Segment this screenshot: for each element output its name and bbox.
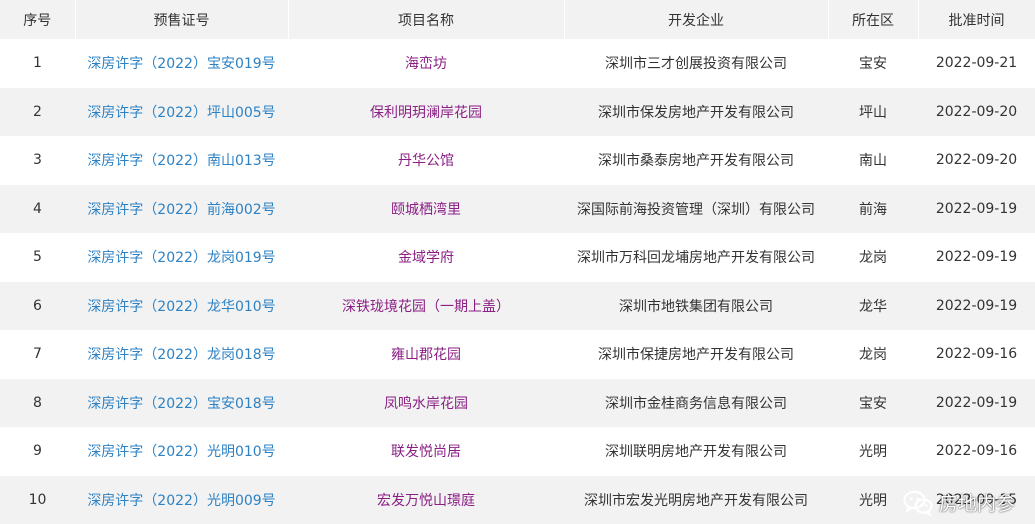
row-no: 6 [0,281,75,330]
developer-cell: 深圳市桑泰房地产开发有限公司 [564,136,828,185]
row-no: 4 [0,184,75,233]
date-cell: 2022-09-19 [918,233,1035,282]
table-row: 2 深房许字（2022）坪山005号 保利明玥澜岸花园 深圳市保发房地产开发有限… [0,87,1035,136]
developer-cell: 深圳市宏发光明房地产开发有限公司 [564,475,828,524]
wechat-icon [903,490,933,516]
date-cell: 2022-09-16 [918,427,1035,476]
row-no: 2 [0,87,75,136]
table-row: 5 深房许字（2022）龙岗019号 金域学府 深圳市万科回龙埔房地产开发有限公… [0,233,1035,282]
cert-link[interactable]: 深房许字（2022）龙岗018号 [75,330,288,379]
header-project: 项目名称 [288,0,565,39]
cert-link[interactable]: 深房许字（2022）南山013号 [75,136,288,185]
project-link[interactable]: 海峦坊 [288,39,564,88]
project-link[interactable]: 金域学府 [288,233,564,282]
district-cell: 南山 [828,136,918,185]
project-link[interactable]: 丹华公馆 [288,136,564,185]
date-cell: 2022-09-19 [918,378,1035,427]
date-cell: 2022-09-16 [918,330,1035,379]
project-link[interactable]: 联发悦尚居 [288,427,564,476]
wechat-watermark: 房地内参 [903,489,1015,516]
developer-cell: 深圳市地铁集团有限公司 [564,281,828,330]
date-cell: 2022-09-20 [918,136,1035,185]
row-no: 5 [0,233,75,282]
district-cell: 龙岗 [828,330,918,379]
cert-link[interactable]: 深房许字（2022）前海002号 [75,184,288,233]
watermark-text: 房地内参 [938,493,1015,515]
cert-link[interactable]: 深房许字（2022）光明010号 [75,427,288,476]
row-no: 7 [0,330,75,379]
district-cell: 宝安 [828,39,918,88]
header-cert: 预售证号 [75,0,289,39]
header-no: 序号 [0,0,76,39]
developer-cell: 深圳市保捷房地产开发有限公司 [564,330,828,379]
district-cell: 龙华 [828,281,918,330]
district-cell: 宝安 [828,378,918,427]
table-body: 1 深房许字（2022）宝安019号 海峦坊 深圳市三才创展投资有限公司 宝安 … [0,39,1035,524]
row-no: 3 [0,136,75,185]
presale-permit-table: 序号 预售证号 项目名称 开发企业 所在区 批准时间 1 深房许字（2022）宝… [0,0,1035,524]
presale-table-container: 序号 预售证号 项目名称 开发企业 所在区 批准时间 1 深房许字（2022）宝… [0,0,1035,524]
table-row: 8 深房许字（2022）宝安018号 凤鸣水岸花园 深圳市金桂商务信息有限公司 … [0,378,1035,427]
date-cell: 2022-09-21 [918,39,1035,88]
district-cell: 光明 [828,427,918,476]
date-cell: 2022-09-20 [918,87,1035,136]
table-row: 10 深房许字（2022）光明009号 宏发万悦山璟庭 深圳市宏发光明房地产开发… [0,475,1035,524]
district-cell: 前海 [828,184,918,233]
project-link[interactable]: 深铁珑境花园（一期上盖） [288,281,564,330]
district-cell: 龙岗 [828,233,918,282]
project-link[interactable]: 保利明玥澜岸花园 [288,87,564,136]
table-row: 4 深房许字（2022）前海002号 颐城栖湾里 深国际前海投资管理（深圳）有限… [0,184,1035,233]
project-link[interactable]: 雍山郡花园 [288,330,564,379]
table-row: 7 深房许字（2022）龙岗018号 雍山郡花园 深圳市保捷房地产开发有限公司 … [0,330,1035,379]
cert-link[interactable]: 深房许字（2022）龙岗019号 [75,233,288,282]
cert-link[interactable]: 深房许字（2022）宝安019号 [75,39,288,88]
table-row: 9 深房许字（2022）光明010号 联发悦尚居 深圳联明房地产开发有限公司 光… [0,427,1035,476]
date-cell: 2022-09-19 [918,184,1035,233]
table-row: 3 深房许字（2022）南山013号 丹华公馆 深圳市桑泰房地产开发有限公司 南… [0,136,1035,185]
project-link[interactable]: 凤鸣水岸花园 [288,378,564,427]
developer-cell: 深圳市保发房地产开发有限公司 [564,87,828,136]
developer-cell: 深圳联明房地产开发有限公司 [564,427,828,476]
cert-link[interactable]: 深房许字（2022）坪山005号 [75,87,288,136]
table-row: 6 深房许字（2022）龙华010号 深铁珑境花园（一期上盖） 深圳市地铁集团有… [0,281,1035,330]
date-cell: 2022-09-19 [918,281,1035,330]
table-header: 序号 预售证号 项目名称 开发企业 所在区 批准时间 [0,0,1035,39]
developer-cell: 深圳市金桂商务信息有限公司 [564,378,828,427]
header-date: 批准时间 [918,0,1035,39]
header-district: 所在区 [828,0,919,39]
cert-link[interactable]: 深房许字（2022）宝安018号 [75,378,288,427]
cert-link[interactable]: 深房许字（2022）龙华010号 [75,281,288,330]
project-link[interactable]: 宏发万悦山璟庭 [288,475,564,524]
cert-link[interactable]: 深房许字（2022）光明009号 [75,475,288,524]
row-no: 10 [0,475,75,524]
project-link[interactable]: 颐城栖湾里 [288,184,564,233]
row-no: 8 [0,378,75,427]
table-row: 1 深房许字（2022）宝安019号 海峦坊 深圳市三才创展投资有限公司 宝安 … [0,39,1035,88]
row-no: 9 [0,427,75,476]
row-no: 1 [0,39,75,88]
district-cell: 坪山 [828,87,918,136]
header-developer: 开发企业 [564,0,829,39]
developer-cell: 深圳市万科回龙埔房地产开发有限公司 [564,233,828,282]
developer-cell: 深圳市三才创展投资有限公司 [564,39,828,88]
developer-cell: 深国际前海投资管理（深圳）有限公司 [564,184,828,233]
header-row: 序号 预售证号 项目名称 开发企业 所在区 批准时间 [0,0,1035,39]
